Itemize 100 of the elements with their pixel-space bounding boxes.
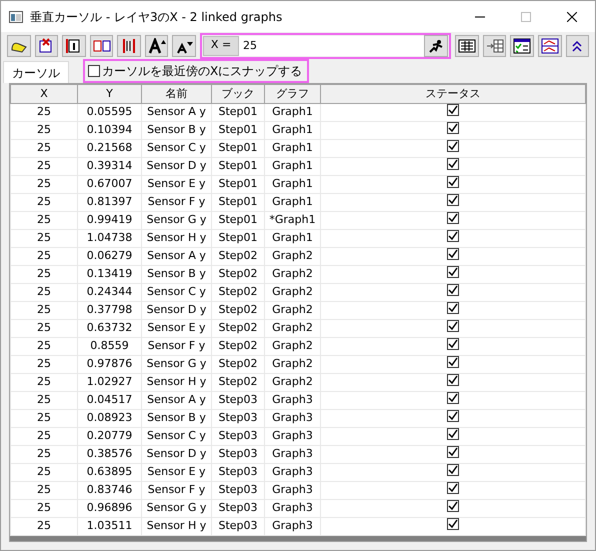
column-header[interactable]: ブック <box>212 84 264 104</box>
table-cell: Step01 <box>212 176 264 194</box>
status-checkbox[interactable] <box>447 374 459 386</box>
checkbox-label: カーソルを最近傍のXにスナップする <box>102 63 302 80</box>
table-cell: 25 <box>10 482 78 500</box>
table-cell: Step02 <box>212 338 264 356</box>
status-checkbox[interactable] <box>447 482 459 494</box>
status-checkbox[interactable] <box>447 230 459 242</box>
check-icon <box>448 375 458 386</box>
status-checkbox[interactable] <box>447 104 459 116</box>
export-to-table-button[interactable] <box>482 34 506 56</box>
table-cell: 0.63732 <box>78 320 142 338</box>
status-checkbox[interactable] <box>447 266 459 278</box>
table-cell: Graph3 <box>264 446 320 464</box>
status-checkbox[interactable] <box>447 518 459 530</box>
status-checkbox[interactable] <box>447 212 459 224</box>
single-cursor-button[interactable] <box>62 34 86 56</box>
status-checkbox[interactable] <box>447 194 459 206</box>
status-checkbox[interactable] <box>447 284 459 296</box>
status-checkbox[interactable] <box>447 356 459 368</box>
table-cell: Step02 <box>212 374 264 392</box>
checklist-button[interactable] <box>510 34 534 56</box>
table-cell: Graph3 <box>264 410 320 428</box>
table-cell: Sensor B y <box>142 266 212 284</box>
table-cell: Graph1 <box>264 104 320 122</box>
table-cell: 25 <box>10 176 78 194</box>
table-cell: 25 <box>10 464 78 482</box>
x-value-field[interactable]: 25 <box>239 36 424 56</box>
table-cell: 25 <box>10 338 78 356</box>
table-cell: 1.02927 <box>78 374 142 392</box>
table-cell: 25 <box>10 500 78 518</box>
table-cell: Step03 <box>212 392 264 410</box>
table-cell: Sensor G y <box>142 212 212 230</box>
status-checkbox[interactable] <box>447 338 459 350</box>
table-cell: Step03 <box>212 500 264 518</box>
dual-cursor-button[interactable] <box>90 34 114 56</box>
column-header[interactable]: グラフ <box>264 84 320 104</box>
checkbox[interactable] <box>88 65 100 77</box>
export-to-table-icon <box>486 38 504 54</box>
table-cell: Step01 <box>212 158 264 176</box>
tab[interactable]: カーソル <box>3 61 69 83</box>
table-cell: Sensor F y <box>142 338 212 356</box>
table-cell: Step01 <box>212 140 264 158</box>
font-size-up-button[interactable] <box>144 34 168 56</box>
checklist-icon <box>513 38 532 54</box>
font-size-down-button[interactable] <box>172 34 196 56</box>
x-label: X = <box>203 36 240 56</box>
status-checkbox[interactable] <box>447 176 459 188</box>
table-cell: 25 <box>10 212 78 230</box>
go-button[interactable] <box>424 34 448 56</box>
cursor-tool-button[interactable] <box>7 34 31 56</box>
table-cell: Step02 <box>212 320 264 338</box>
status-checkbox[interactable] <box>447 500 459 512</box>
column-header[interactable]: 名前 <box>142 84 212 104</box>
table-cell: 0.83746 <box>78 482 142 500</box>
table-cell: Step01 <box>212 104 264 122</box>
table-cell: Graph2 <box>264 284 320 302</box>
graph-layers-icon <box>540 38 559 54</box>
status-checkbox[interactable] <box>447 248 459 260</box>
cursor-lines-button[interactable] <box>117 34 141 56</box>
table-cell: Step03 <box>212 464 264 482</box>
table-cell: 25 <box>10 248 78 266</box>
table-cell: Sensor E y <box>142 176 212 194</box>
table-cell: 25 <box>10 194 78 212</box>
status-checkbox[interactable] <box>447 464 459 476</box>
table-cell: 0.21568 <box>78 140 142 158</box>
status-checkbox[interactable] <box>447 410 459 422</box>
table-button[interactable] <box>455 34 479 56</box>
table-cell: 0.37798 <box>78 302 142 320</box>
table-cell: Graph2 <box>264 374 320 392</box>
column-header[interactable]: X <box>10 84 78 104</box>
graph-layers-button[interactable] <box>538 34 562 56</box>
table-cell: Sensor C y <box>142 284 212 302</box>
check-icon <box>448 339 458 350</box>
table-cell: 0.24344 <box>78 284 142 302</box>
status-checkbox[interactable] <box>447 158 459 170</box>
collapse-button[interactable] <box>566 34 590 56</box>
column-header[interactable]: Y <box>78 84 142 104</box>
table-cell: 25 <box>10 140 78 158</box>
table-cell: Sensor F y <box>142 482 212 500</box>
status-checkbox[interactable] <box>447 122 459 134</box>
table-cell: 25 <box>10 266 78 284</box>
table-cell: Sensor A y <box>142 104 212 122</box>
status-checkbox[interactable] <box>447 140 459 152</box>
table-cell: 0.06279 <box>78 248 142 266</box>
table-cell: Sensor B y <box>142 122 212 140</box>
table-cell: Sensor B y <box>142 410 212 428</box>
table-cell: Sensor C y <box>142 428 212 446</box>
check-icon <box>448 321 458 332</box>
status-checkbox[interactable] <box>447 392 459 404</box>
delete-cursor-button[interactable] <box>34 34 58 56</box>
table-cell: Step02 <box>212 248 264 266</box>
status-checkbox[interactable] <box>447 302 459 314</box>
status-checkbox[interactable] <box>447 320 459 332</box>
status-checkbox[interactable] <box>447 428 459 440</box>
scrollbar[interactable] <box>10 536 586 541</box>
status-checkbox[interactable] <box>447 446 459 458</box>
column-header[interactable]: ステータス <box>320 84 586 104</box>
table-cell: Sensor G y <box>142 500 212 518</box>
check-icon <box>448 393 458 404</box>
